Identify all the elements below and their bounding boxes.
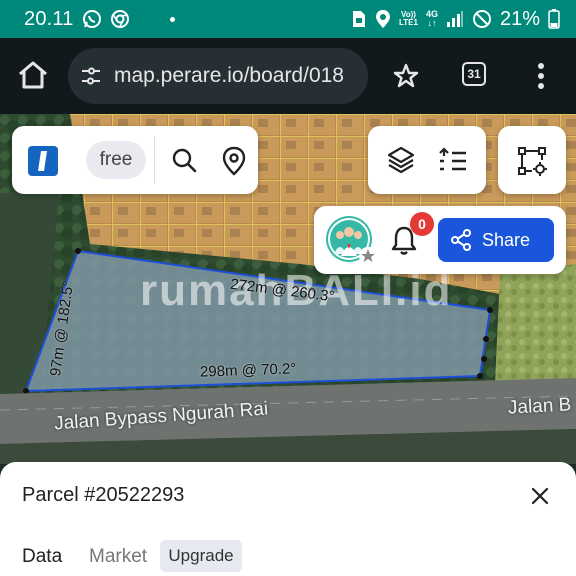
- url-text[interactable]: map.perare.io/board/018: [114, 64, 344, 88]
- battery-icon: [548, 9, 560, 29]
- network-gen-indicator: 4G ↓↑: [425, 9, 438, 28]
- parcel-title: Parcel #20522293: [22, 484, 185, 506]
- status-notification-icons: [82, 9, 130, 29]
- status-system-icons: Vo)) LTE1 4G ↓↑ 21%: [351, 8, 560, 31]
- location-pin-icon[interactable]: [220, 146, 248, 176]
- plan-badge[interactable]: free: [86, 141, 146, 179]
- logo-slash-icon: [38, 151, 47, 171]
- close-icon[interactable]: [530, 486, 550, 506]
- signal-icon: [446, 11, 463, 27]
- notification-count-badge: 0: [410, 212, 434, 236]
- share-icon: [451, 229, 471, 251]
- status-dot: [169, 16, 175, 22]
- location-icon: [375, 10, 390, 28]
- battery-percent: 21%: [499, 7, 540, 30]
- bookmark-star-icon[interactable]: [392, 62, 420, 90]
- layers-icon[interactable]: [386, 145, 416, 175]
- map-layers-panel: [368, 126, 486, 194]
- legend-list-icon[interactable]: [438, 147, 468, 173]
- share-button[interactable]: Share: [438, 218, 554, 262]
- user-panel: 0 Share: [314, 206, 566, 274]
- draw-polygon-settings-icon[interactable]: [516, 145, 548, 177]
- tab-market[interactable]: Market: [89, 546, 147, 568]
- browser-toolbar: map.perare.io/board/018 31: [0, 38, 576, 114]
- draw-tools-panel: [498, 126, 566, 194]
- search-icon[interactable]: [170, 146, 198, 174]
- volte-indicator: Vo)) LTE1: [398, 10, 418, 27]
- whatsapp-icon: [82, 10, 101, 28]
- map-search-panel: free: [12, 126, 258, 194]
- tab-data[interactable]: Data: [22, 546, 62, 568]
- dimension-label-bottom: 298m @ 70.2°: [199, 360, 297, 381]
- premium-star-icon: [359, 247, 377, 265]
- status-time: 20.11: [24, 7, 74, 30]
- sim-lock-icon: [352, 11, 365, 27]
- tab-switcher-button[interactable]: 31: [462, 62, 486, 86]
- road-label-east: Jalan B: [507, 394, 572, 419]
- upgrade-badge[interactable]: Upgrade: [160, 540, 242, 572]
- parcel-bottom-sheet: Parcel #20522293 Data Market Upgrade: [0, 462, 576, 576]
- home-icon[interactable]: [16, 58, 50, 92]
- address-bar[interactable]: map.perare.io/board/018: [68, 48, 368, 104]
- share-button-label: Share: [482, 229, 531, 250]
- chrome-icon: [110, 10, 129, 28]
- site-settings-icon[interactable]: [80, 65, 102, 87]
- do-not-disturb-icon: [472, 10, 491, 28]
- status-bar: 20.11 Vo)) LTE1 4G ↓↑ 21%: [0, 0, 576, 38]
- more-menu-icon[interactable]: [534, 62, 548, 90]
- divider: [154, 136, 155, 184]
- app-logo[interactable]: [28, 146, 58, 176]
